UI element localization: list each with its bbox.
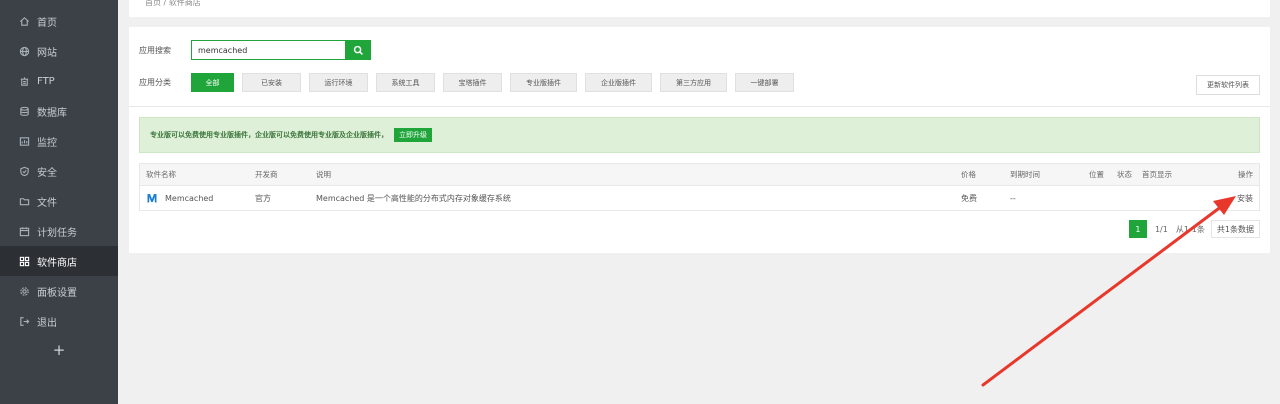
pagination: 1 1/1 从1-1条 共1条数据 (1128, 220, 1260, 238)
monitor-icon (18, 135, 30, 147)
sidebar: 首页 网站 FTP 数据库 监控 安全 文件 计划任务 软件商店 面板设置 退出… (0, 0, 118, 404)
refresh-software-list-button[interactable]: 更新软件列表 (1196, 75, 1260, 95)
category-bt-plugins[interactable]: 宝塔插件 (443, 73, 502, 92)
sidebar-item-database[interactable]: 数据库 (0, 96, 118, 126)
header-operation: 操作 (1238, 170, 1253, 179)
sidebar-item-software-store[interactable]: 软件商店 (0, 246, 118, 276)
install-button[interactable]: 安装 (1237, 186, 1253, 210)
category-runtime[interactable]: 运行环境 (309, 73, 368, 92)
header-position: 位置 (1089, 170, 1104, 179)
page-count: 1/1 (1154, 224, 1168, 234)
sidebar-item-security[interactable]: 安全 (0, 156, 118, 186)
software-price: 免费 (961, 193, 977, 203)
category-label: 应用分类 (139, 78, 171, 87)
sidebar-item-website[interactable]: 网站 (0, 36, 118, 66)
logout-icon (18, 315, 30, 327)
page-current[interactable]: 1 (1128, 220, 1147, 238)
search-button[interactable] (346, 40, 371, 60)
search-label: 应用搜索 (139, 45, 171, 55)
category-installed[interactable]: 已安装 (242, 73, 301, 92)
sidebar-item-monitor[interactable]: 监控 (0, 126, 118, 156)
upgrade-banner: 专业版可以免费使用专业版插件，企业版可以免费使用专业版及企业版插件， 立即升级 (139, 117, 1260, 153)
sidebar-item-label: 退出 (37, 317, 57, 329)
sidebar-item-ftp[interactable]: FTP (0, 66, 118, 96)
memcached-logo-icon (147, 194, 157, 203)
software-store-panel: 应用搜索 memcached 应用分类 全部 已安装 运行环境 系统工具 宝塔插… (129, 27, 1270, 253)
sidebar-item-label: 面板设置 (37, 287, 77, 299)
sidebar-item-label: 软件商店 (37, 257, 77, 269)
sidebar-item-files[interactable]: 文件 (0, 186, 118, 216)
breadcrumb[interactable]: 首页 / 软件商店 (145, 0, 201, 8)
header-status: 状态 (1117, 170, 1132, 179)
sidebar-item-label: 网站 (37, 47, 57, 59)
software-name-cell: Memcached (146, 186, 213, 210)
category-row: 应用分类 全部 已安装 运行环境 系统工具 宝塔插件 专业版插件 企业版插件 第… (139, 73, 802, 92)
sidebar-item-label: 计划任务 (37, 227, 77, 239)
category-system-tools[interactable]: 系统工具 (376, 73, 435, 92)
breadcrumb-bar: 首页 / 软件商店 (129, 0, 1270, 17)
sidebar-item-home[interactable]: 首页 (0, 6, 118, 36)
category-third-party[interactable]: 第三方应用 (660, 73, 727, 92)
header-home-display: 首页显示 (1142, 170, 1172, 179)
sidebar-item-label: 安全 (37, 167, 57, 179)
sidebar-item-label: 文件 (37, 197, 57, 209)
category-pro-plugins[interactable]: 专业版插件 (510, 73, 577, 92)
software-expire: -- (1010, 193, 1016, 203)
software-table: 软件名称 开发商 说明 价格 到期时间 位置 状态 首页显示 操作 Memcac… (139, 163, 1260, 211)
search-icon (353, 45, 363, 55)
globe-icon (18, 45, 30, 57)
category-one-click-deploy[interactable]: 一键部署 (735, 73, 794, 92)
header-name: 软件名称 (146, 170, 176, 179)
database-icon (18, 105, 30, 117)
search-row: 应用搜索 memcached (139, 40, 371, 60)
sidebar-item-panel-settings[interactable]: 面板设置 (0, 276, 118, 306)
table-row: Memcached 官方 Memcached 是一个高性能的分布式内存对象缓存系… (140, 186, 1259, 210)
upgrade-now-button[interactable]: 立即升级 (394, 128, 432, 142)
sidebar-item-cron[interactable]: 计划任务 (0, 216, 118, 246)
divider (129, 106, 1270, 107)
page-range: 从1-1条 (1175, 224, 1205, 234)
software-name: Memcached (165, 193, 214, 203)
ftp-icon (18, 75, 30, 87)
header-expire: 到期时间 (1010, 170, 1040, 179)
banner-text: 专业版可以免费使用专业版插件，企业版可以免费使用专业版及企业版插件， (150, 131, 388, 139)
header-description: 说明 (316, 170, 331, 179)
gear-icon (18, 285, 30, 297)
sidebar-item-logout[interactable]: 退出 (0, 306, 118, 336)
sidebar-item-label: 监控 (37, 137, 57, 149)
sidebar-item-label: 首页 (37, 17, 57, 29)
home-icon (18, 15, 30, 27)
table-header: 软件名称 开发商 说明 价格 到期时间 位置 状态 首页显示 操作 (140, 164, 1259, 186)
sidebar-item-label: FTP (37, 75, 55, 87)
search-input[interactable]: memcached (191, 40, 346, 60)
software-description: Memcached 是一个高性能的分布式内存对象缓存系统 (316, 193, 511, 203)
category-all[interactable]: 全部 (191, 73, 234, 92)
sidebar-item-label: 数据库 (37, 107, 67, 119)
calendar-icon (18, 225, 30, 237)
grid-icon (18, 255, 30, 267)
header-developer: 开发商 (255, 170, 278, 179)
shield-icon (18, 165, 30, 177)
category-enterprise-plugins[interactable]: 企业版插件 (585, 73, 652, 92)
page-total: 共1条数据 (1210, 220, 1260, 238)
header-price: 价格 (961, 170, 976, 179)
add-shortcut-button[interactable]: + (0, 336, 118, 364)
folder-icon (18, 195, 30, 207)
software-developer: 官方 (255, 193, 271, 203)
